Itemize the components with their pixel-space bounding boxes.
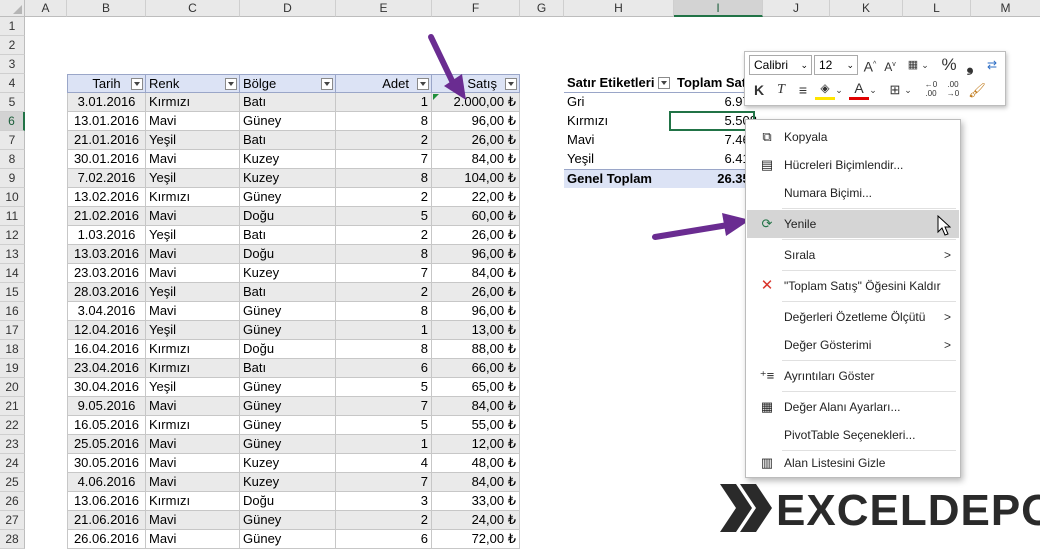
menu-item-numara-bicimi[interactable]: Numara Biçimi... <box>747 179 959 207</box>
menu-item-yenile[interactable]: ⟳ Yenile <box>747 210 959 238</box>
menu-item-label: Değerleri Özetleme Ölçütü <box>784 310 926 324</box>
arrow-to-yenile <box>652 222 731 240</box>
menu-item-label: Kopyala <box>784 130 828 144</box>
logo-x-mark <box>720 484 772 532</box>
menu-separator <box>782 270 956 271</box>
borders-icon[interactable]: ⊞ <box>885 80 905 100</box>
decrease-font-icon[interactable]: Av <box>880 55 900 75</box>
font-name-box[interactable]: Calibri ⌄ <box>749 55 812 75</box>
menu-item-sirala[interactable]: Sırala > <box>747 241 959 269</box>
mini-toolbar: Calibri ⌄ 12 ⌄ A^ Av ▦ ⌄ % ❟ ⇄ K T ≡ ◈ ⌄… <box>744 51 1006 106</box>
menu-item-label: "Toplam Satış" Öğesini Kaldır <box>784 279 941 293</box>
comma-style-icon[interactable]: ❟ <box>960 55 980 75</box>
font-color-icon[interactable]: A <box>849 80 869 100</box>
wrap-text-icon[interactable]: ⇄ <box>982 55 1002 75</box>
fill-color-icon[interactable]: ◈ <box>815 80 835 100</box>
chevron-down-icon[interactable]: ⌄ <box>868 80 878 100</box>
menu-item-label: Hücreleri Biçimlendir... <box>784 158 904 172</box>
field-settings-icon: ▦ <box>760 399 774 414</box>
context-menu: ⧉ Kopyala ▤ Hücreleri Biçimlendir... Num… <box>745 119 961 478</box>
arrow-to-satis-header <box>428 34 457 88</box>
italic-button[interactable]: T <box>771 80 791 100</box>
format-cells-icon: ▤ <box>760 157 774 172</box>
menu-item-label: PivotTable Seçenekleri... <box>784 428 916 442</box>
logo-text: EXCELDEPO <box>776 486 1040 535</box>
font-size-value: 12 <box>819 58 833 72</box>
chevron-right-icon: > <box>943 310 951 324</box>
chevron-down-icon: ⌄ <box>846 60 854 70</box>
menu-item-label: Değer Alanı Ayarları... <box>784 400 901 414</box>
menu-item-label: Numara Biçimi... <box>784 186 873 200</box>
menu-item-hucreleri-bicimlendir[interactable]: ▤ Hücreleri Biçimlendir... <box>747 151 959 179</box>
menu-item-deger-alani-ayarlari[interactable]: ▦ Değer Alanı Ayarları... <box>747 393 959 421</box>
mouse-cursor-icon <box>937 215 951 236</box>
align-center-icon[interactable]: ≡ <box>793 80 813 100</box>
chevron-down-icon: ⌄ <box>800 60 808 70</box>
menu-item-label: Değer Gösterimi <box>784 338 872 352</box>
menu-item-label: Yenile <box>784 217 817 231</box>
increase-decimal-icon[interactable]: ←0.00 <box>921 80 941 100</box>
menu-item-deger-gosterimi[interactable]: Değer Gösterimi > <box>747 331 959 359</box>
chevron-down-icon[interactable]: ⌄ <box>920 55 930 75</box>
menu-item-kaldir[interactable]: ✕ "Toplam Satış" Öğesini Kaldır <box>747 272 959 300</box>
menu-item-pivottable-secenekleri[interactable]: PivotTable Seçenekleri... <box>747 421 959 449</box>
menu-separator <box>782 239 956 240</box>
bold-button[interactable]: K <box>749 80 769 100</box>
menu-item-label: Sırala <box>784 248 816 262</box>
menu-item-label: Alan Listesini Gizle <box>784 456 886 470</box>
font-name-value: Calibri <box>754 58 789 72</box>
exceldepo-logo: EXCELDEPO <box>718 480 1040 542</box>
menu-item-kopyala[interactable]: ⧉ Kopyala <box>747 123 959 151</box>
font-size-box[interactable]: 12 ⌄ <box>814 55 858 75</box>
menu-separator <box>782 301 956 302</box>
menu-item-alan-listesini-gizle[interactable]: ▥ Alan Listesini Gizle <box>747 449 959 477</box>
field-list-icon: ▥ <box>760 455 774 470</box>
menu-item-ayrintilari-goster[interactable]: ⁺≡ Ayrıntıları Göster <box>747 362 959 390</box>
decrease-decimal-icon[interactable]: .00 →0 <box>943 80 963 100</box>
menu-item-degerleri-ozetleme[interactable]: Değerleri Özetleme Ölçütü > <box>747 303 959 331</box>
menu-separator <box>782 360 956 361</box>
chevron-down-icon[interactable]: ⌄ <box>834 80 844 100</box>
chevron-down-icon[interactable]: ⌄ <box>903 80 913 100</box>
chevron-right-icon: > <box>943 338 951 352</box>
increase-font-icon[interactable]: A^ <box>860 55 880 75</box>
refresh-icon: ⟳ <box>761 216 773 231</box>
percent-icon[interactable]: % <box>939 55 959 75</box>
show-details-icon: ⁺≡ <box>759 368 775 383</box>
copy-icon: ⧉ <box>762 129 772 144</box>
menu-separator <box>782 391 956 392</box>
format-painter-icon[interactable]: 🖌 <box>967 80 987 100</box>
remove-icon: ✕ <box>760 277 774 294</box>
menu-item-label: Ayrıntıları Göster <box>784 369 875 383</box>
menu-separator <box>782 208 956 209</box>
chevron-right-icon: > <box>943 248 951 262</box>
